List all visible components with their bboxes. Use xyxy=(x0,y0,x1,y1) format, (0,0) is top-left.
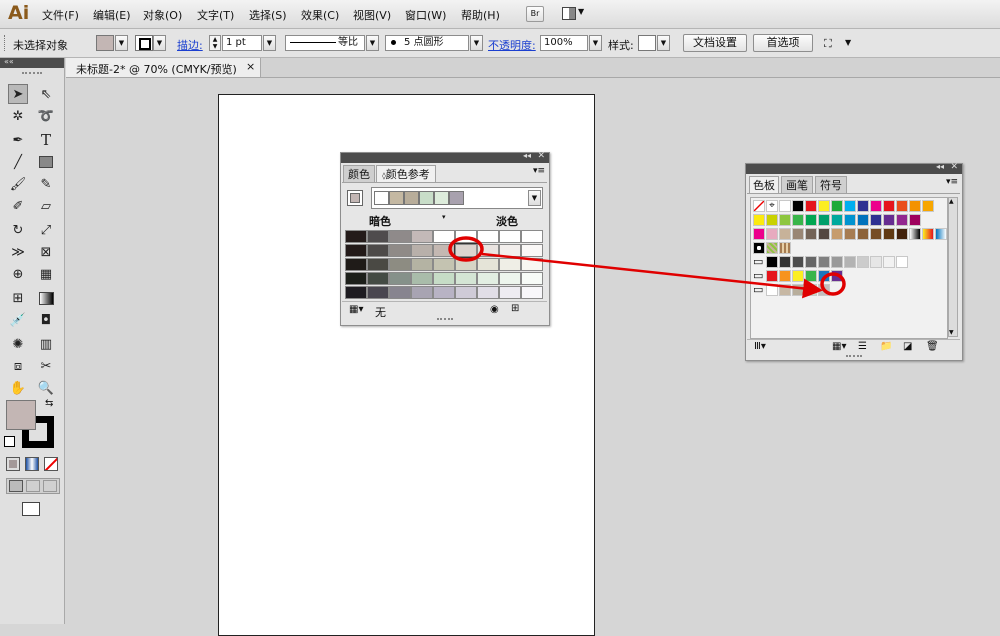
annotation-arrow xyxy=(481,252,823,299)
highlight-circle-swatch xyxy=(820,272,846,296)
annotation-overlay xyxy=(448,236,846,299)
highlight-circle-guide xyxy=(448,236,484,262)
